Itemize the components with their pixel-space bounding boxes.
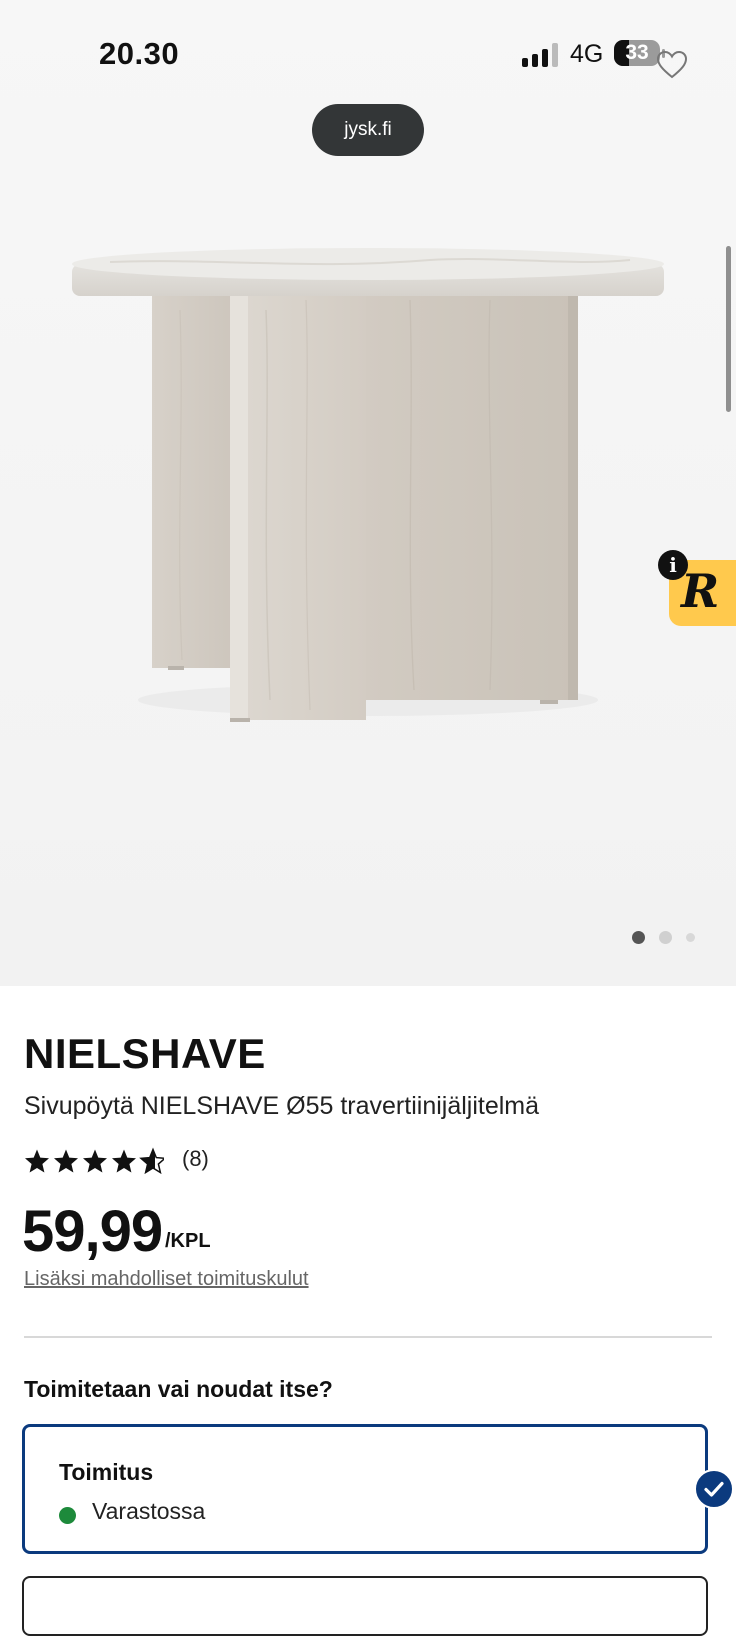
heart-icon[interactable] [656,50,688,80]
star-icon-3 [83,1149,107,1173]
product-image [72,248,664,722]
product-brand: NIELSHAVE [24,1030,266,1077]
product-name: Sivupöytä NIELSHAVE Ø55 travertiinijälji… [24,1092,540,1120]
star-icon-2 [54,1149,78,1173]
star-icon-1 [25,1149,49,1173]
scrollbar-thumb[interactable] [726,246,731,412]
stock-status-dot [59,1507,76,1524]
signal-icon [522,43,560,67]
selected-check-icon [694,1469,734,1509]
delivery-question: Toimitetaan vai noudat itse? [24,1376,333,1402]
network-label: 4G [570,40,604,68]
gallery-dot-2[interactable] [659,931,672,944]
pickup-option-card[interactable] [22,1576,708,1636]
price-unit: /KPL [165,1230,211,1252]
info-icon[interactable]: i [658,550,688,580]
battery-icon: 33 [614,40,660,66]
delivery-option-title: Toimitus [59,1459,154,1485]
product-gallery[interactable]: 20.30 4G 33 jysk.fi R i [0,0,736,986]
gallery-dot-3[interactable] [686,933,695,942]
rating-stars[interactable] [24,1146,164,1176]
star-icon-4 [112,1149,136,1173]
review-count[interactable]: (8) [182,1146,209,1172]
status-time: 20.30 [99,36,180,71]
divider [24,1336,712,1338]
url-pill[interactable]: jysk.fi [312,104,424,156]
star-half-icon [140,1148,164,1174]
stock-status-label: Varastossa [92,1498,206,1524]
product-price: 59,99 [22,1199,163,1264]
battery-level: 33 [625,41,649,64]
gallery-dot-1[interactable] [632,931,645,944]
delivery-option-card[interactable]: Toimitus Varastossa [22,1424,708,1554]
review-widget-glyph: R [681,564,720,618]
shipping-costs-link[interactable]: Lisäksi mahdolliset toimituskulut [24,1268,309,1291]
